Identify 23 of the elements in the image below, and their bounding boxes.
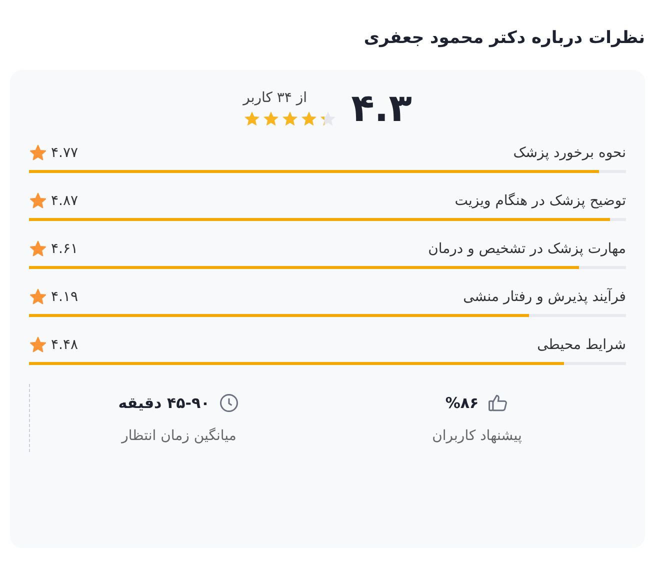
star-icon — [29, 240, 47, 258]
average-score: ۴.۳ — [351, 88, 412, 130]
clock-icon — [218, 392, 240, 414]
criterion-label: نحوه برخورد پزشک — [513, 144, 626, 161]
page-title: نظرات درباره دکتر محمود جعفری — [362, 28, 645, 48]
criterion-score: ۴.۷۷ — [51, 144, 78, 161]
criterion-score: ۴.۴۸ — [51, 336, 78, 353]
review-count: از ۳۴ کاربر — [243, 90, 308, 106]
star-icon — [29, 144, 47, 162]
criterion-score: ۴.۱۹ — [51, 288, 78, 305]
criterion-label: مهارت پزشک در تشخیص و درمان — [428, 240, 626, 257]
criterion-label: شرایط محیطی — [537, 336, 626, 353]
star-icon — [29, 336, 47, 354]
star-icon — [29, 192, 47, 210]
star-icon — [29, 288, 47, 306]
stat-value: %۸۶ — [445, 394, 479, 412]
criterion-score: ۴.۶۱ — [51, 240, 78, 257]
criterion-label: فرآیند پذیرش و رفتار منشی — [463, 288, 626, 305]
criterion-label: توضیح پزشک در هنگام ویزیت — [454, 192, 626, 209]
stat-label: پیشنهاد کاربران — [432, 428, 522, 444]
stat-label: میانگین زمان انتظار — [122, 428, 236, 444]
criterion-score: ۴.۸۷ — [51, 192, 78, 209]
stat-value: ۴۵-۹۰ دقیقه — [118, 394, 210, 412]
